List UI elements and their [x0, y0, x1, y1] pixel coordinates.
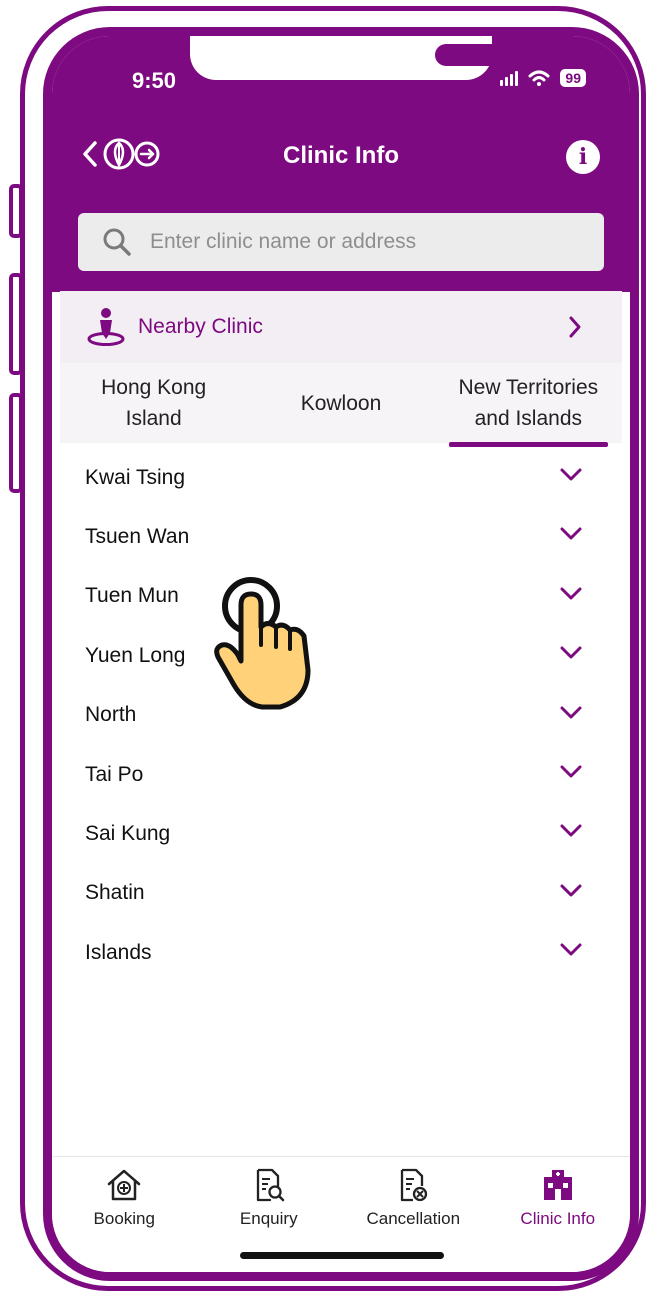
district-label: Yuen Long	[85, 643, 186, 667]
page-title: Clinic Info	[283, 142, 399, 169]
tab-kowloon[interactable]: Kowloon	[247, 363, 434, 443]
nav-booking[interactable]: Booking	[52, 1157, 197, 1272]
nav-label: Clinic Info	[520, 1209, 596, 1228]
chevron-down-icon	[560, 527, 582, 540]
nearby-clinic-row[interactable]: Nearby Clinic	[60, 291, 622, 363]
district-item-islands[interactable]: Islands	[52, 923, 630, 982]
district-list: Kwai Tsing Tsuen Wan Tuen Mun Yuen Long …	[52, 448, 630, 983]
speaker	[435, 44, 523, 66]
signal-icon	[500, 70, 519, 86]
search-icon	[103, 228, 131, 256]
notch	[190, 36, 523, 80]
nearby-clinic-label: Nearby Clinic	[138, 315, 263, 338]
chevron-down-icon	[560, 587, 582, 600]
district-item-tsuen-wan[interactable]: Tsuen Wan	[52, 507, 630, 566]
district-item-kwai-tsing[interactable]: Kwai Tsing	[52, 448, 630, 507]
chevron-down-icon	[560, 706, 582, 719]
tap-hand-cursor-icon	[214, 577, 311, 710]
search-input[interactable]	[148, 229, 572, 255]
district-item-north[interactable]: North	[52, 686, 630, 745]
district-label: Tsuen Wan	[85, 525, 190, 549]
status-time: 9:50	[132, 68, 177, 93]
battery-indicator: 99	[560, 69, 586, 87]
district-label: Tuen Mun	[85, 584, 179, 608]
cancellation-doc-icon	[401, 1168, 428, 1202]
status-icons: 99	[500, 69, 586, 87]
enquiry-doc-icon	[256, 1168, 284, 1202]
nav-label: Cancellation	[366, 1209, 461, 1228]
chevron-right-icon	[569, 316, 581, 338]
chevron-down-icon	[560, 646, 582, 659]
info-button[interactable]: i	[566, 140, 600, 174]
chevron-down-icon	[560, 943, 582, 956]
app-header: 9:50 99 Clinic Info i	[52, 36, 630, 292]
district-item-tuen-mun[interactable]: Tuen Mun	[52, 567, 630, 626]
nav-label: Booking	[93, 1209, 155, 1228]
district-label: Kwai Tsing	[85, 465, 185, 489]
district-label: Shatin	[85, 881, 145, 905]
district-label: Islands	[85, 940, 152, 964]
home-indicator	[240, 1252, 444, 1259]
district-label: Sai Kung	[85, 822, 171, 846]
chevron-down-icon	[560, 468, 582, 481]
wifi-icon	[528, 70, 550, 86]
district-item-yuen-long[interactable]: Yuen Long	[52, 626, 630, 685]
region-tabs: Hong Kong Island Kowloon New Territories…	[60, 363, 622, 447]
nav-label: Enquiry	[239, 1209, 298, 1228]
chevron-down-icon	[560, 765, 582, 778]
booking-house-icon	[108, 1169, 141, 1201]
district-item-sai-kung[interactable]: Sai Kung	[52, 804, 630, 863]
chevron-down-icon	[560, 824, 582, 837]
district-label: Tai Po	[85, 762, 144, 786]
nav-clinic-info[interactable]: Clinic Info	[486, 1157, 631, 1272]
tab-new-territories-and-islands[interactable]: New Territories and Islands	[435, 363, 622, 447]
district-label: North	[85, 703, 137, 727]
search-bar[interactable]	[78, 213, 604, 271]
clinic-info-icon	[543, 1170, 572, 1200]
district-item-shatin[interactable]: Shatin	[52, 864, 630, 923]
district-item-tai-po[interactable]: Tai Po	[52, 745, 630, 804]
chevron-down-icon	[560, 884, 582, 897]
nearby-location-icon	[87, 308, 125, 346]
phone-screen: 9:50 99 Clinic Info i Enter clinic name …	[52, 36, 630, 1272]
tab-hong-kong-island[interactable]: Hong Kong Island	[60, 363, 247, 443]
